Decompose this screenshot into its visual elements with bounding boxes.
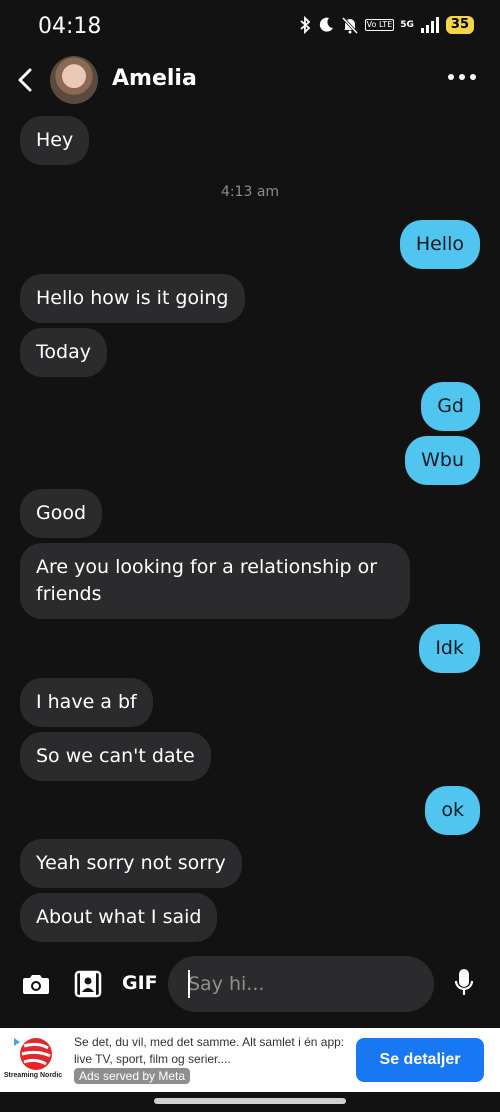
message-bubble[interactable]: ok bbox=[425, 786, 480, 835]
ad-brand: Streaming Nordic bbox=[3, 1072, 63, 1079]
status-bar: 04:18 Vo LTE 5G 35 bbox=[0, 0, 500, 52]
avatar[interactable] bbox=[50, 56, 98, 104]
message-bubble[interactable]: Are you looking for a relationship or fr… bbox=[20, 543, 410, 619]
message-input[interactable] bbox=[188, 970, 414, 998]
gif-button[interactable]: GIF bbox=[122, 972, 158, 994]
network-type: 5G bbox=[400, 20, 414, 30]
message-timestamp: 4:13 am bbox=[220, 184, 280, 200]
battery-indicator: 35 bbox=[445, 16, 474, 34]
home-indicator[interactable] bbox=[154, 1098, 346, 1104]
message-bubble[interactable]: Yeah sorry not sorry bbox=[20, 839, 242, 888]
message-bubble[interactable]: Idk bbox=[419, 624, 480, 673]
gallery-icon[interactable] bbox=[74, 970, 102, 998]
message-list[interactable]: Hey 4:13 am Hello Hello how is it going … bbox=[0, 108, 500, 944]
microphone-icon[interactable] bbox=[454, 968, 474, 998]
brand-logo-icon bbox=[14, 1038, 52, 1070]
back-arrow-icon[interactable] bbox=[14, 66, 38, 94]
contact-name[interactable]: Amelia bbox=[112, 66, 197, 91]
message-bubble[interactable]: About what I said bbox=[20, 893, 218, 942]
message-composer: GIF bbox=[0, 948, 500, 1024]
signal-icon bbox=[420, 17, 439, 33]
ads-served-by-meta-label: Ads served by Meta bbox=[74, 1068, 191, 1084]
message-bubble[interactable]: Hey bbox=[20, 116, 90, 165]
camera-icon[interactable] bbox=[22, 972, 50, 996]
status-time: 04:18 bbox=[38, 14, 102, 39]
message-bubble[interactable]: Gd bbox=[421, 382, 480, 431]
chat-header: Amelia bbox=[0, 52, 500, 108]
message-bubble[interactable]: Good bbox=[20, 489, 103, 538]
message-bubble[interactable]: I have a bf bbox=[20, 678, 153, 727]
message-bubble[interactable]: Wbu bbox=[405, 436, 480, 485]
ad-cta-button[interactable]: Se detaljer bbox=[356, 1038, 484, 1082]
volte-badge: Vo LTE bbox=[364, 19, 395, 31]
message-bubble[interactable]: So we can't date bbox=[20, 732, 211, 781]
message-bubble[interactable]: Hello how is it going bbox=[20, 274, 245, 323]
ad-text[interactable]: Se det, du vil, med det samme. Alt samle… bbox=[74, 1034, 346, 1068]
more-options-icon[interactable] bbox=[448, 74, 476, 80]
bell-off-icon bbox=[341, 16, 358, 34]
ad-banner[interactable]: Streaming Nordic Se det, du vil, med det… bbox=[0, 1028, 500, 1092]
message-bubble[interactable]: Hello bbox=[399, 220, 480, 269]
status-icons: Vo LTE 5G 35 bbox=[299, 16, 474, 34]
system-nav-bar bbox=[0, 1092, 500, 1112]
text-cursor bbox=[188, 970, 190, 998]
message-bubble[interactable]: Today bbox=[20, 328, 107, 377]
message-input-container[interactable] bbox=[168, 956, 434, 1012]
bluetooth-icon bbox=[300, 16, 310, 34]
moon-icon bbox=[319, 17, 333, 32]
